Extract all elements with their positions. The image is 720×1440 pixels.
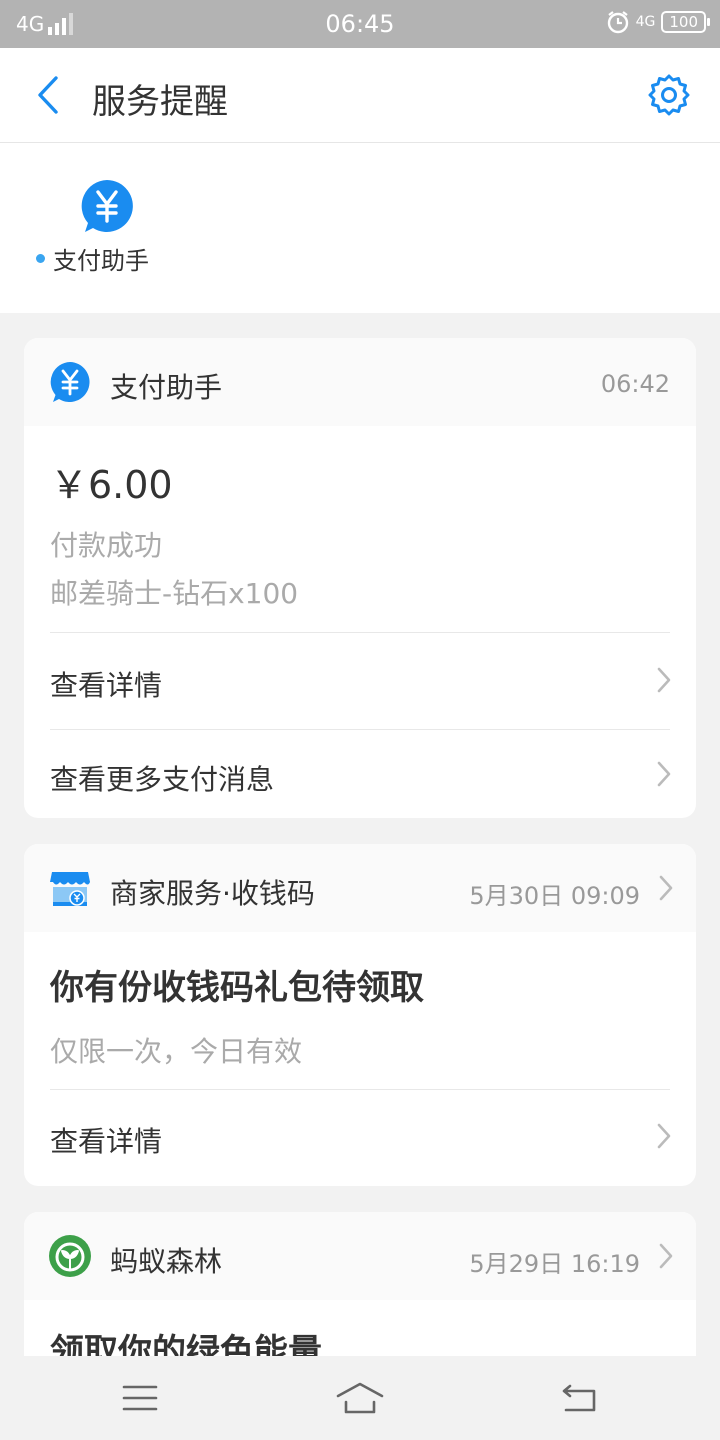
- ant-forest-icon: [49, 1235, 91, 1277]
- card-title: 你有份收钱码礼包待领取: [50, 968, 424, 1008]
- strip-label-wrap: 支付助手: [36, 241, 149, 276]
- chevron-right-icon: [659, 1243, 673, 1269]
- merchant-store-icon: [50, 872, 90, 906]
- card-time: 5月30日 09:09: [469, 882, 640, 910]
- link-label: 查看详情: [50, 1125, 163, 1158]
- card-subtitle: 仅限一次，今日有效: [50, 1035, 303, 1068]
- link-label: 查看详情: [50, 669, 163, 702]
- back-icon[interactable]: [554, 1378, 606, 1418]
- view-details-link[interactable]: 查看详情: [24, 1092, 696, 1182]
- status-bar: 4G 06:45 4G 100: [0, 0, 720, 48]
- card-header[interactable]: 蚂蚁森林 5月29日 16:19: [24, 1212, 696, 1300]
- card-source: 商家服务·收钱码: [110, 877, 315, 910]
- service-strip: 支付助手: [0, 143, 720, 313]
- back-arrow-icon[interactable]: [28, 72, 68, 118]
- header: 服务提醒: [0, 48, 720, 143]
- battery-icon: 100: [661, 11, 710, 33]
- merchant-message-card: 商家服务·收钱码 5月30日 09:09 你有份收钱码礼包待领取 仅限一次，今日…: [24, 844, 696, 1186]
- gear-icon[interactable]: [648, 74, 690, 116]
- status-right: 4G 100: [606, 10, 710, 34]
- payment-amount: ￥6.00: [50, 463, 173, 507]
- view-more-payments-link[interactable]: 查看更多支付消息: [24, 730, 696, 818]
- link-label: 查看更多支付消息: [50, 763, 275, 796]
- card-source: 蚂蚁森林: [110, 1245, 223, 1278]
- divider: [50, 1089, 670, 1090]
- menu-icon[interactable]: [114, 1378, 166, 1418]
- chevron-right-icon: [659, 875, 673, 901]
- yuan-icon: [50, 362, 90, 402]
- alarm-icon: [607, 11, 628, 34]
- network-type-right: 4G: [635, 14, 656, 30]
- chevron-right-icon: [657, 761, 671, 787]
- yuan-icon: [81, 180, 133, 232]
- card-header[interactable]: 商家服务·收钱码 5月30日 09:09: [24, 844, 696, 932]
- payment-description: 邮差骑士-钻石x100: [50, 577, 299, 610]
- chevron-right-icon: [657, 667, 671, 693]
- strip-item-label: 支付助手: [53, 247, 149, 275]
- page-title: 服务提醒: [92, 82, 228, 122]
- unread-dot: [36, 254, 45, 263]
- chevron-right-icon: [657, 1123, 671, 1149]
- home-icon[interactable]: [334, 1378, 386, 1418]
- divider: [50, 632, 670, 633]
- card-time: 06:42: [600, 370, 670, 398]
- view-details-link[interactable]: 查看详情: [24, 636, 696, 726]
- battery-level: 100: [669, 13, 698, 31]
- payment-status: 付款成功: [50, 529, 163, 562]
- payment-message-card: 支付助手 06:42 ￥6.00 付款成功 邮差骑士-钻石x100 查看详情 查…: [24, 338, 696, 818]
- card-source: 支付助手: [110, 371, 223, 404]
- card-time: 5月29日 16:19: [469, 1250, 640, 1278]
- card-header[interactable]: 支付助手 06:42: [24, 338, 696, 426]
- system-nav-bar: [0, 1356, 720, 1440]
